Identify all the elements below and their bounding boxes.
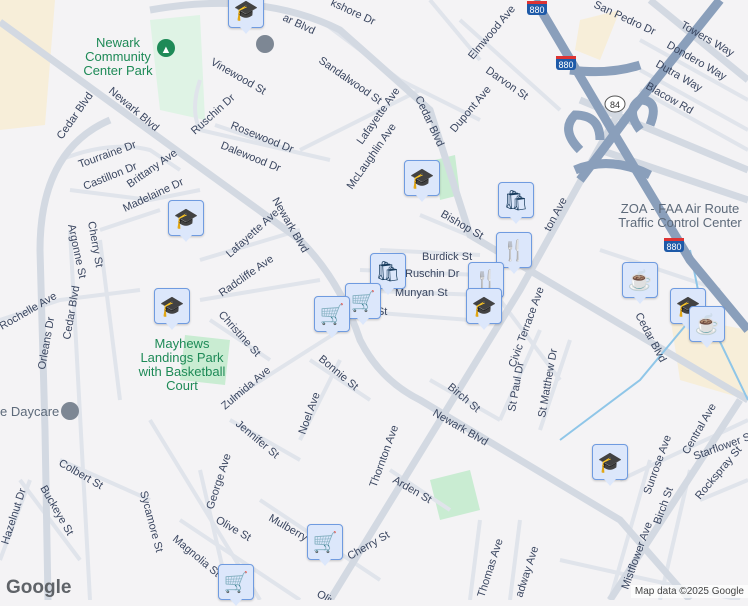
street-label: Sunrose Ave: [642, 433, 675, 496]
school-marker[interactable]: 🎓: [168, 200, 204, 242]
street-label: Zulmida Ave: [219, 364, 273, 412]
svg-text:▲: ▲: [161, 44, 172, 56]
street-label: Vinewood St: [209, 56, 268, 97]
park-area: [430, 470, 480, 520]
creek: [559, 319, 691, 441]
poi-zoa[interactable]: ZOA - FAA Air Route Traffic Control Cent…: [618, 201, 742, 230]
street-label: Ruschin Dr: [405, 268, 460, 280]
street-label: Jennifer St: [233, 418, 281, 461]
street-label: Noel Ave: [297, 391, 323, 436]
google-logo: Google: [6, 577, 72, 598]
street-label: Cedar Blvd: [61, 285, 82, 341]
street-label: George Ave: [204, 452, 233, 511]
shopping-cart-marker[interactable]: 🛒: [307, 524, 343, 566]
shopping-cart-marker[interactable]: 🛒: [218, 564, 254, 606]
street-label: Sycamore St: [137, 490, 165, 554]
street-label: Argonne St: [65, 223, 88, 279]
svg-text:880: 880: [666, 242, 681, 252]
svg-text:Traffic Control Center: Traffic Control Center: [618, 215, 742, 230]
svg-text:Newark: Newark: [96, 35, 141, 50]
svg-text:880: 880: [529, 5, 544, 15]
poi-daycare[interactable]: e Daycare: [0, 402, 79, 420]
street-label: Thomas Ave: [475, 537, 505, 599]
street-label: Newark Blvd: [106, 85, 161, 134]
sr84-shield: 84: [604, 95, 626, 113]
cafe-marker[interactable]: ☕: [622, 262, 658, 304]
svg-text:Community: Community: [85, 49, 151, 64]
street-label: Burdick St: [422, 251, 472, 263]
svg-text:Center Park: Center Park: [83, 63, 153, 78]
street-label: Bonnie St: [316, 353, 360, 393]
svg-text:with Basketball: with Basketball: [138, 364, 226, 379]
school-poi-icon[interactable]: [256, 35, 274, 53]
svg-text:Landings Park: Landings Park: [140, 350, 224, 365]
cafe-marker[interactable]: ☕: [689, 306, 725, 348]
svg-text:e Daycare: e Daycare: [0, 404, 59, 419]
commercial-area: [0, 0, 55, 130]
school-marker[interactable]: 🎓: [592, 444, 628, 486]
shopping-cart-marker[interactable]: 🛒: [314, 296, 350, 338]
street-label: kshore Dr: [329, 0, 378, 28]
school-marker[interactable]: 🎓: [228, 0, 264, 34]
street-label: Olive St: [214, 514, 253, 544]
street-label: Hazelnut Dr: [0, 487, 29, 546]
shopping-bag-marker[interactable]: 🛍: [498, 182, 534, 224]
svg-text:84: 84: [610, 100, 620, 110]
svg-text:Court: Court: [166, 378, 198, 393]
svg-text:Mayhews: Mayhews: [155, 336, 210, 351]
i880-shield: 880: [527, 1, 547, 15]
svg-text:ZOA - FAA Air Route: ZOA - FAA Air Route: [621, 201, 740, 216]
i880-shield: 880: [556, 56, 576, 70]
street-label: Darvon St: [483, 65, 530, 103]
school-marker[interactable]: 🎓: [404, 160, 440, 202]
school-marker[interactable]: 🎓: [154, 288, 190, 330]
map-attribution[interactable]: Map data ©2025 Google: [630, 585, 748, 598]
i880-shield: 880: [664, 238, 684, 252]
daycare-icon: [61, 402, 79, 420]
shopping-cart-marker[interactable]: 🛒: [345, 283, 381, 325]
school-marker[interactable]: 🎓: [466, 288, 502, 330]
street-label: St Paul Dr: [506, 361, 527, 413]
street-label: Lafayette Ave: [224, 207, 281, 260]
svg-text:880: 880: [558, 60, 573, 70]
